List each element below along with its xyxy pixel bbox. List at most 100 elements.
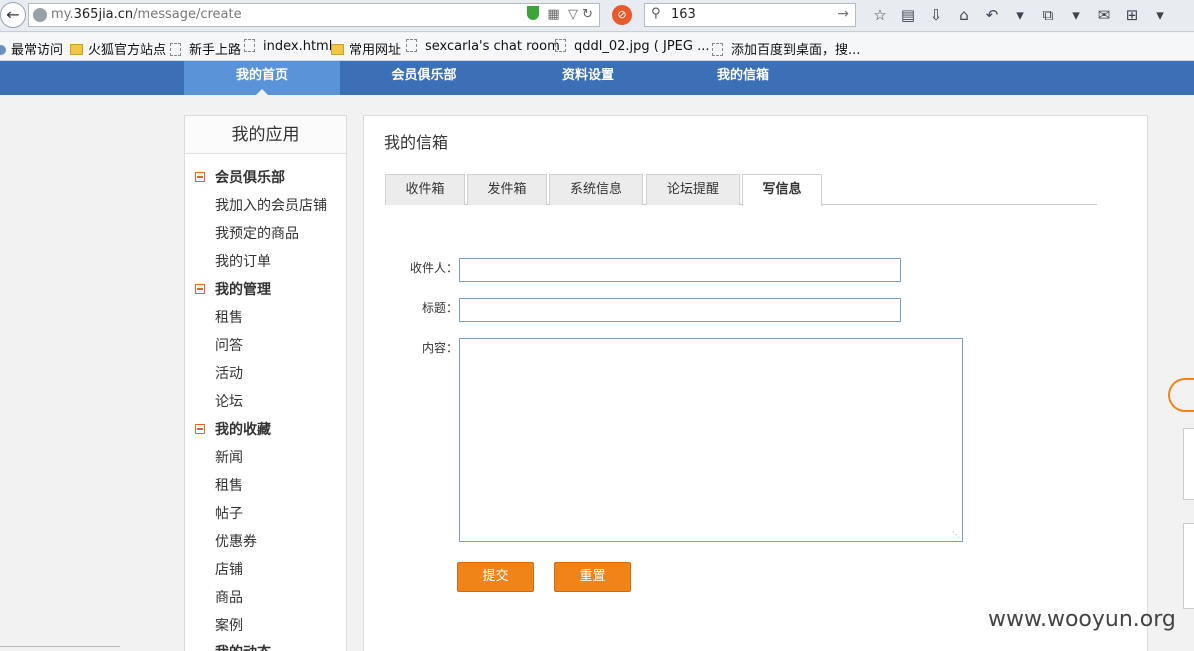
recipient-field[interactable] xyxy=(459,258,901,282)
page-icon xyxy=(170,43,181,56)
site-nav: 我的首页 会员俱乐部 资料设置 我的信箱 xyxy=(0,61,1194,95)
menu-arrow-icon[interactable]: ▾ xyxy=(1006,5,1034,25)
chat-icon[interactable]: ✉ xyxy=(1090,5,1118,25)
undo-icon[interactable]: ↶ xyxy=(978,5,1006,25)
tab-inbox[interactable]: 收件箱 xyxy=(385,174,465,205)
sidebar-item[interactable]: 新闻 xyxy=(215,447,243,467)
page-icon xyxy=(244,39,255,52)
sidebar-group-club[interactable]: 会员俱乐部 xyxy=(195,167,285,187)
collapse-icon[interactable] xyxy=(195,172,205,182)
bookmark-label: 新手上路 xyxy=(189,43,242,58)
block-icon[interactable]: ⊘ xyxy=(612,5,632,25)
reader-icon[interactable]: ▤ xyxy=(894,5,922,25)
submit-button[interactable]: 提交 xyxy=(457,562,534,592)
sidebar-item[interactable]: 商品 xyxy=(215,587,243,607)
active-indicator xyxy=(256,89,268,95)
sidebar-group-favorites[interactable]: 我的收藏 xyxy=(195,419,271,439)
subject-field[interactable] xyxy=(459,298,901,322)
bookmark-item[interactable]: 火狐官方站点 xyxy=(70,39,166,58)
watermark: www.wooyun.org xyxy=(988,607,1176,632)
feedback-icon[interactable] xyxy=(1168,378,1194,412)
bookmarks-bar: 最常访问 火狐官方站点 新手上路 index.html 常用网址 sexcarl… xyxy=(0,33,1194,61)
sidebar-item[interactable]: 我的动态 xyxy=(215,642,271,651)
tab-forum-alerts[interactable]: 论坛提醒 xyxy=(646,174,740,205)
back-icon[interactable]: ← xyxy=(0,2,26,28)
bookmark-label: sexcarla's chat room xyxy=(425,39,560,54)
main-panel: 我的信箱 收件箱 发件箱 系统信息 论坛提醒 写信息 收件人： 标题： 内容： … xyxy=(363,115,1148,651)
tab-sent[interactable]: 发件箱 xyxy=(467,174,547,205)
group-label: 我的收藏 xyxy=(215,422,271,438)
bookmark-item[interactable]: 常用网址 xyxy=(331,39,401,58)
url-field[interactable]: my.365jia.cn/message/create ▦ ▽ ↻ xyxy=(28,3,600,27)
menu-arrow-icon[interactable]: ▾ xyxy=(1146,5,1174,25)
url-prefix: my. xyxy=(51,7,74,22)
reset-button[interactable]: 重置 xyxy=(554,562,631,592)
nav-item-mailbox[interactable]: 我的信箱 xyxy=(665,61,821,95)
sidebar-title: 我的应用 xyxy=(185,116,346,154)
page-icon xyxy=(555,39,566,52)
nav-label: 我的首页 xyxy=(235,68,288,83)
sidebar-group-manage[interactable]: 我的管理 xyxy=(195,279,271,299)
star-icon[interactable]: ☆ xyxy=(866,5,894,25)
reload-icon[interactable]: ↻ xyxy=(582,7,593,22)
resize-grip-icon[interactable]: ⋱ xyxy=(952,530,960,539)
subject-label: 标题： xyxy=(421,301,458,315)
sidebar-item[interactable]: 论坛 xyxy=(215,391,243,411)
bookmark-label: qddl_02.jpg ( JPEG ... xyxy=(574,39,710,54)
bookmark-label: index.html xyxy=(263,39,333,54)
sidebar-item[interactable]: 我的订单 xyxy=(215,251,271,271)
qrcode-icon[interactable]: ▦ xyxy=(547,7,559,22)
sidebar-item[interactable]: 案例 xyxy=(215,615,243,635)
page-icon xyxy=(406,39,417,52)
tab-system[interactable]: 系统信息 xyxy=(549,174,643,205)
page-title: 我的信箱 xyxy=(384,133,449,152)
group-label: 我的管理 xyxy=(215,282,271,298)
bookmark-item[interactable]: 新手上路 xyxy=(170,39,241,58)
nav-item-club[interactable]: 会员俱乐部 xyxy=(346,61,502,95)
nav-label: 资料设置 xyxy=(561,68,614,83)
search-go-icon[interactable]: → xyxy=(837,6,849,22)
sidebar-item[interactable]: 活动 xyxy=(215,363,243,383)
sidebar: 我的应用 会员俱乐部 我加入的会员店铺 我预定的商品 我的订单 我的管理 租售 … xyxy=(184,115,347,651)
bookmark-label: 火狐官方站点 xyxy=(88,43,167,58)
browser-address-bar: ← my.365jia.cn/message/create ▦ ▽ ↻ ⊘ ⚲ … xyxy=(0,0,1194,32)
bookmark-item[interactable]: sexcarla's chat room xyxy=(406,39,560,54)
download-icon[interactable]: ⇩ xyxy=(922,5,950,25)
globe-icon xyxy=(0,45,6,55)
home-icon[interactable]: ⌂ xyxy=(950,5,978,25)
sidebar-item[interactable]: 我加入的会员店铺 xyxy=(215,195,327,215)
tab-compose[interactable]: 写信息 xyxy=(742,174,822,206)
bookmark-item[interactable]: qddl_02.jpg ( JPEG ... xyxy=(555,39,709,54)
nav-label: 我的信箱 xyxy=(716,68,769,83)
menu-arrow-icon[interactable]: ▾ xyxy=(1062,5,1090,25)
search-value: 163 xyxy=(671,7,696,22)
bookmark-label: 添加百度到桌面，搜... xyxy=(731,43,861,58)
nav-label: 会员俱乐部 xyxy=(391,68,457,83)
sidebar-item[interactable]: 租售 xyxy=(215,475,243,495)
window-icon[interactable]: ⧉ xyxy=(1034,5,1062,25)
sidebar-item[interactable]: 我预定的商品 xyxy=(215,223,299,243)
bookmark-item[interactable]: 添加百度到桌面，搜... xyxy=(712,39,860,58)
nav-item-settings[interactable]: 资料设置 xyxy=(510,61,666,95)
dropdown-icon[interactable]: ▽ xyxy=(568,7,578,22)
floating-widget[interactable] xyxy=(1183,523,1194,609)
sidebar-item[interactable]: 优惠券 xyxy=(215,531,257,551)
bookmark-label: 最常访问 xyxy=(11,43,64,58)
floating-widget[interactable] xyxy=(1183,428,1194,500)
content-textarea[interactable]: ⋱ xyxy=(459,338,963,542)
search-input[interactable]: ⚲ 163 → xyxy=(644,3,856,27)
nav-item-home[interactable]: 我的首页 xyxy=(184,61,340,95)
bookmark-item[interactable]: 最常访问 xyxy=(0,39,63,58)
collapse-icon[interactable] xyxy=(195,424,205,434)
globe-icon xyxy=(33,8,47,22)
sidebar-item[interactable]: 店铺 xyxy=(215,559,243,579)
sidebar-item[interactable]: 问答 xyxy=(215,335,243,355)
crop-icon[interactable]: ⊞ xyxy=(1118,5,1146,25)
browser-toolbar: ☆ ▤ ⇩ ⌂ ↶ ▾ ⧉ ▾ ✉ ⊞ ▾ xyxy=(866,5,1174,25)
shield-icon[interactable] xyxy=(527,6,540,20)
collapse-icon[interactable] xyxy=(195,284,205,294)
sidebar-item[interactable]: 帖子 xyxy=(215,503,243,523)
bookmark-item[interactable]: index.html xyxy=(244,39,332,54)
url-path: /message/create xyxy=(133,7,242,22)
sidebar-item[interactable]: 租售 xyxy=(215,307,243,327)
